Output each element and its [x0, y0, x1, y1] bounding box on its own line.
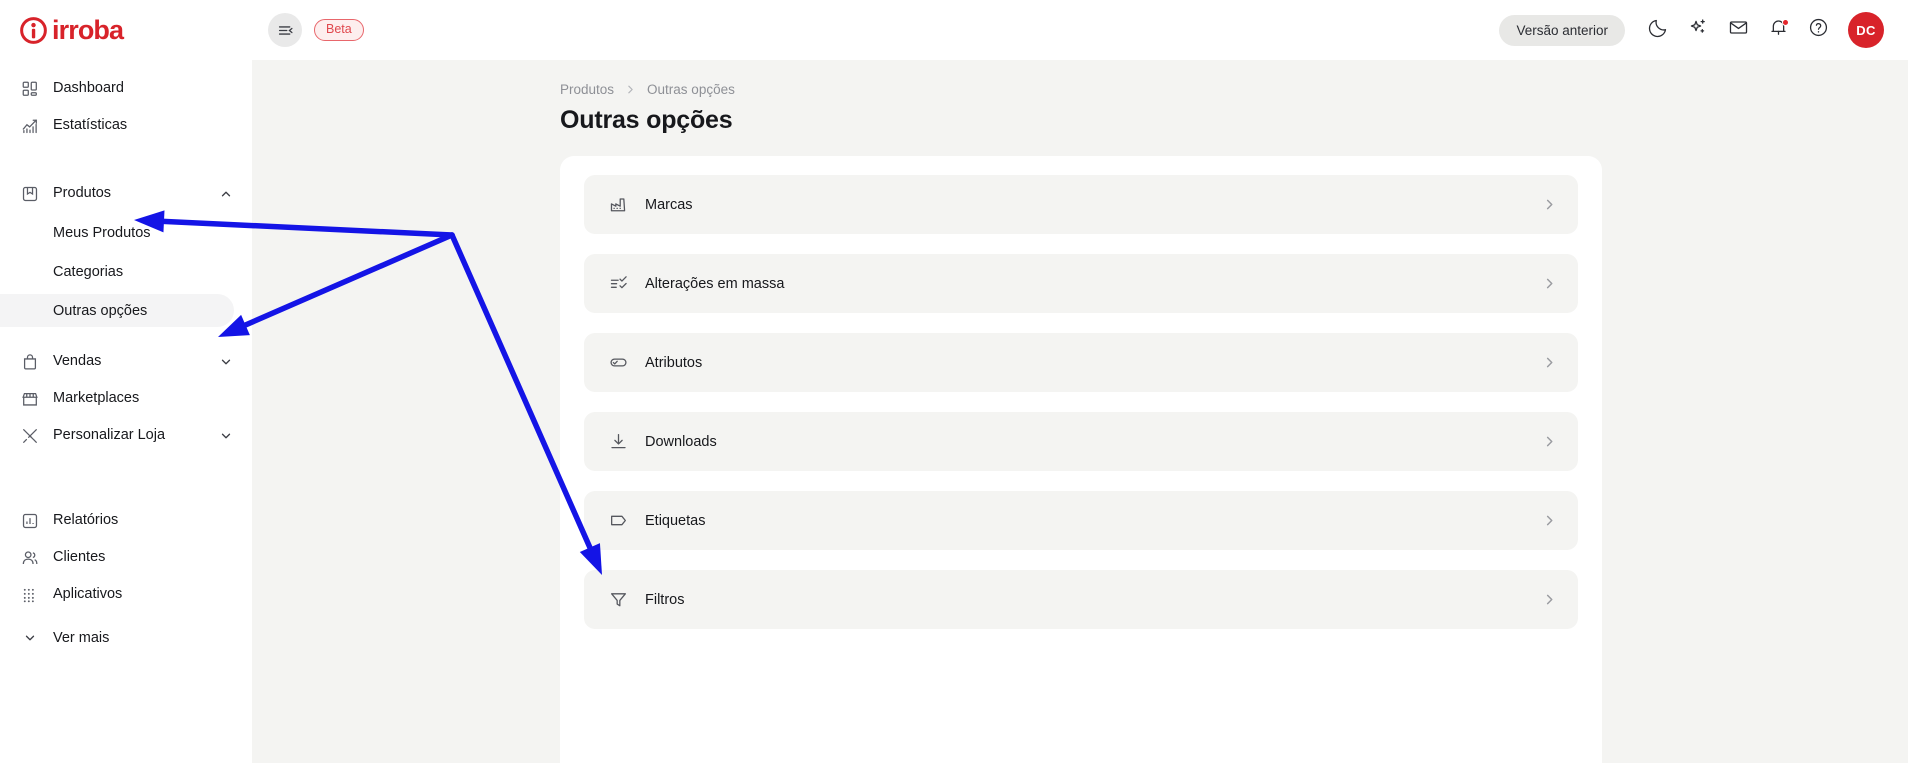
chevron-down-icon	[20, 629, 39, 648]
help-circle-icon	[1808, 17, 1829, 43]
sidebar-item-dashboard[interactable]: Dashboard	[0, 72, 234, 105]
brand-logo[interactable]: irroba	[0, 0, 252, 60]
chevron-right-icon	[1541, 197, 1557, 213]
sidebar-item-personalizar-loja[interactable]: Personalizar Loja	[0, 419, 234, 452]
breadcrumb-item-produtos[interactable]: Produtos	[560, 82, 614, 97]
store-icon	[20, 389, 39, 408]
brand-name: irroba	[52, 14, 124, 45]
sidebar-item-label: Meus Produtos	[53, 224, 151, 241]
chevron-right-icon	[1541, 434, 1557, 450]
sidebar-item-outras-opcoes[interactable]: Outras opções	[0, 294, 234, 327]
option-label: Filtros	[645, 591, 685, 608]
sidebar-item-clientes[interactable]: Clientes	[0, 541, 234, 574]
chevron-up-icon[interactable]	[218, 186, 234, 202]
sidebar-item-label: Produtos	[53, 185, 112, 202]
chevron-right-icon	[1541, 276, 1557, 292]
notification-badge-dot	[1782, 19, 1789, 26]
sidebar-divider-space	[0, 456, 252, 483]
sidebar-item-label: Marketplaces	[53, 390, 140, 407]
sidebar-item-estatisticas[interactable]: Estatísticas	[0, 109, 234, 142]
sidebar-item-label: Personalizar Loja	[53, 427, 166, 444]
chevron-right-icon	[1541, 592, 1557, 608]
chevron-right-icon	[1541, 355, 1557, 371]
sidebar-item-aplicativos[interactable]: Aplicativos	[0, 578, 234, 611]
app-root: irroba Dashboard Estatísticas Produtos M…	[0, 0, 1908, 763]
moon-icon	[1648, 17, 1669, 43]
previous-version-button[interactable]: Versão anterior	[1499, 14, 1625, 46]
sidebar-item-marketplaces[interactable]: Marketplaces	[0, 382, 234, 415]
list-check-icon	[608, 274, 628, 294]
dashboard-icon	[20, 79, 39, 98]
page-content: Produtos Outras opções Outras opções Mar…	[252, 60, 1908, 763]
sidebar-item-vendas[interactable]: Vendas	[0, 345, 234, 378]
topbar-actions: Versão anterior DC	[1499, 10, 1884, 50]
option-row-atributos[interactable]: Atributos	[584, 333, 1578, 392]
beta-badge[interactable]: Beta	[314, 18, 364, 42]
option-label: Atributos	[645, 354, 703, 371]
mail-icon	[1728, 17, 1749, 43]
main-pane: Beta Versão anterior DC Produtos Outras …	[252, 0, 1908, 763]
filter-icon	[608, 590, 628, 610]
sidebar-item-meus-produtos[interactable]: Meus Produtos	[0, 216, 234, 249]
page-title: Outras opções	[560, 106, 733, 134]
sidebar-item-label: Clientes	[53, 549, 106, 566]
chevron-right-icon	[1541, 513, 1557, 529]
sidebar-item-label: Relatórios	[53, 512, 119, 529]
factory-icon	[608, 195, 628, 215]
breadcrumb-item-outras-opcoes[interactable]: Outras opções	[647, 82, 735, 97]
chart-line-icon	[20, 116, 39, 135]
option-label: Etiquetas	[645, 512, 706, 529]
sidebar-divider-space	[0, 483, 252, 500]
topbar: Beta Versão anterior DC	[252, 0, 1908, 60]
chevron-right-icon	[625, 84, 636, 95]
sidebar-item-label: Dashboard	[53, 80, 124, 97]
sidebar-see-more-button[interactable]: Ver mais	[0, 623, 252, 653]
sidebar-item-produtos[interactable]: Produtos	[0, 177, 234, 210]
tag-icon	[608, 511, 628, 531]
sidebar: irroba Dashboard Estatísticas Produtos M…	[0, 0, 252, 763]
option-row-filtros[interactable]: Filtros	[584, 570, 1578, 629]
toggle-check-icon	[608, 353, 628, 373]
breadcrumb: Produtos Outras opções	[252, 60, 1908, 97]
user-avatar[interactable]: DC	[1848, 12, 1884, 48]
chevron-down-icon[interactable]	[218, 428, 234, 444]
download-icon	[608, 432, 628, 452]
messages-button[interactable]	[1718, 10, 1758, 50]
option-row-downloads[interactable]: Downloads	[584, 412, 1578, 471]
bag-icon	[20, 352, 39, 371]
users-icon	[20, 548, 39, 567]
sidebar-see-more-label: Ver mais	[53, 630, 110, 646]
ai-assistant-button[interactable]	[1678, 10, 1718, 50]
option-label: Marcas	[645, 196, 693, 213]
option-row-alteracoes-em-massa[interactable]: Alterações em massa	[584, 254, 1578, 313]
notifications-button[interactable]	[1758, 10, 1798, 50]
option-label: Downloads	[645, 433, 717, 450]
sidebar-item-relatorios[interactable]: Relatórios	[0, 504, 234, 537]
sidebar-item-label: Vendas	[53, 353, 102, 370]
brush-icon	[20, 426, 39, 445]
sidebar-nav: Dashboard Estatísticas Produtos Meus Pro…	[0, 60, 252, 653]
sidebar-item-label: Categorias	[53, 263, 124, 280]
option-row-marcas[interactable]: Marcas	[584, 175, 1578, 234]
help-button[interactable]	[1798, 10, 1838, 50]
dark-mode-toggle[interactable]	[1638, 10, 1678, 50]
sparkles-icon	[1688, 17, 1709, 43]
box-icon	[20, 184, 39, 203]
irroba-logo-icon	[20, 16, 47, 44]
sidebar-divider-space	[0, 146, 252, 173]
grid-dots-icon	[20, 585, 39, 604]
sidebar-item-categorias[interactable]: Categorias	[0, 255, 234, 288]
menu-collapse-icon[interactable]	[268, 13, 302, 47]
sidebar-item-label: Estatísticas	[53, 117, 128, 134]
option-row-etiquetas[interactable]: Etiquetas	[584, 491, 1578, 550]
options-card: Marcas Alterações em massa Atributos Dow…	[560, 156, 1602, 763]
sidebar-item-label: Aplicativos	[53, 586, 123, 603]
option-label: Alterações em massa	[645, 275, 785, 292]
bar-chart-icon	[20, 511, 39, 530]
sidebar-item-label: Outras opções	[53, 302, 148, 319]
chevron-down-icon[interactable]	[218, 354, 234, 370]
